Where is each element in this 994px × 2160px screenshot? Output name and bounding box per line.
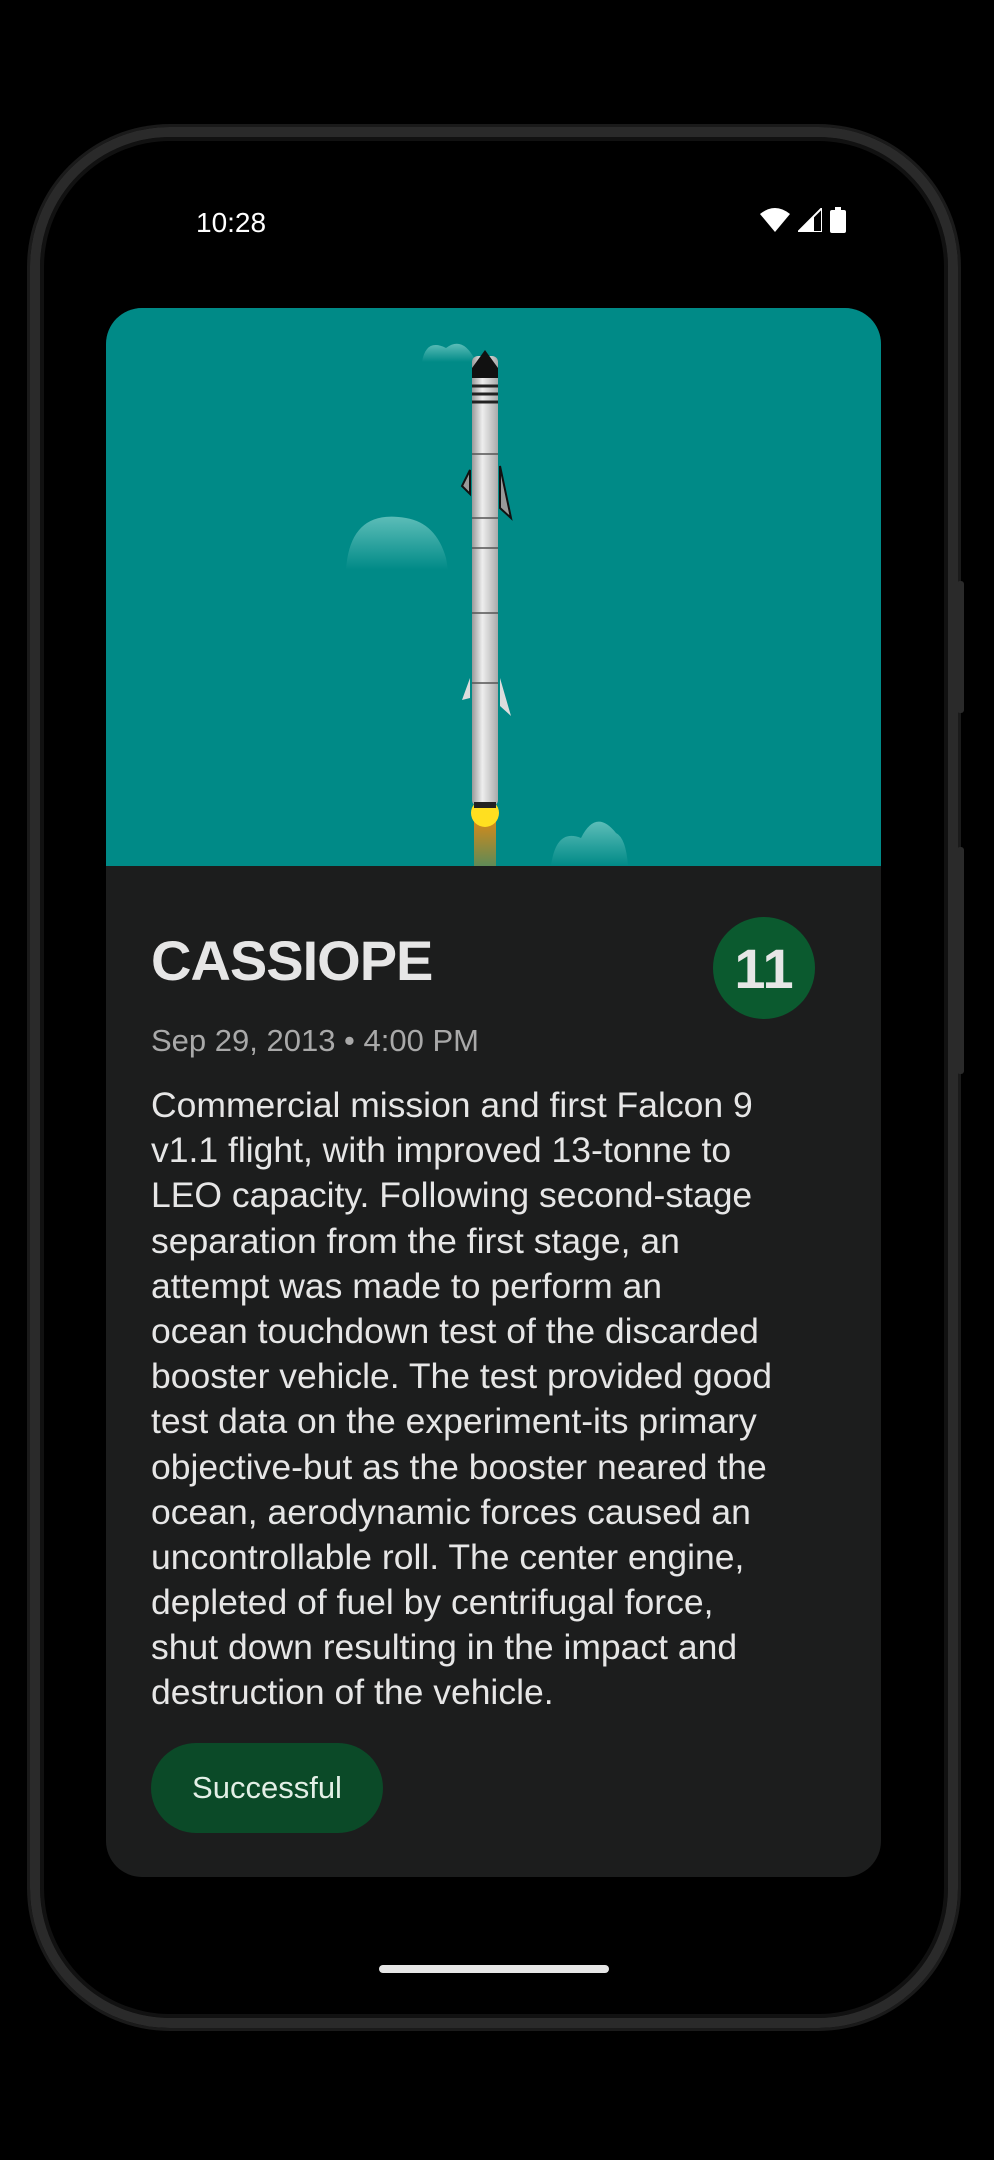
description-line: destruction of the vehicle. xyxy=(151,1672,554,1713)
description-line: Commercial mission and first Falcon 9 xyxy=(151,1085,753,1125)
status-icons xyxy=(760,207,846,233)
description-line: depleted of fuel by centrifugal force, xyxy=(151,1582,714,1623)
status-badge: Successful xyxy=(151,1743,383,1833)
wifi-icon xyxy=(760,208,790,232)
flight-number-badge: 11 xyxy=(713,917,815,1019)
volume-button xyxy=(957,847,964,1074)
launch-card[interactable]: CASSIOPE 11 Sep 29, 2013 • 4:00 PM Comme… xyxy=(106,308,881,1877)
battery-icon xyxy=(830,207,846,233)
launch-description: Commercial mission and first Falcon 9 v1… xyxy=(151,1083,772,1716)
description-line: separation from the first stage, an xyxy=(151,1220,680,1261)
status-time: 10:28 xyxy=(196,207,267,238)
description-line: v1.1 flight, with improved 13-tonne to xyxy=(151,1130,732,1171)
launch-date: Sep 29, 2013 • 4:00 PM xyxy=(151,1023,479,1058)
description-line: objective-but as the booster neared the xyxy=(151,1446,767,1487)
description-line: ocean, aerodynamic forces caused an xyxy=(151,1491,751,1532)
home-indicator[interactable] xyxy=(379,1965,609,1973)
description-line: uncontrollable roll. The center engine, xyxy=(151,1536,745,1577)
signal-icon xyxy=(798,208,822,232)
description-line: booster vehicle. The test provided good xyxy=(151,1356,772,1397)
description-line: shut down resulting in the impact and xyxy=(151,1627,738,1668)
description-line: test data on the experiment-its primary xyxy=(151,1401,757,1442)
description-line: LEO capacity. Following second-stage xyxy=(151,1175,753,1216)
description-line: attempt was made to perform an xyxy=(151,1265,663,1306)
rocket-icon xyxy=(346,343,628,903)
description-line: ocean touchdown test of the discarded xyxy=(151,1310,759,1351)
launch-title: CASSIOPE xyxy=(151,929,433,992)
rocket-illustration xyxy=(106,308,881,903)
power-button xyxy=(957,581,964,713)
